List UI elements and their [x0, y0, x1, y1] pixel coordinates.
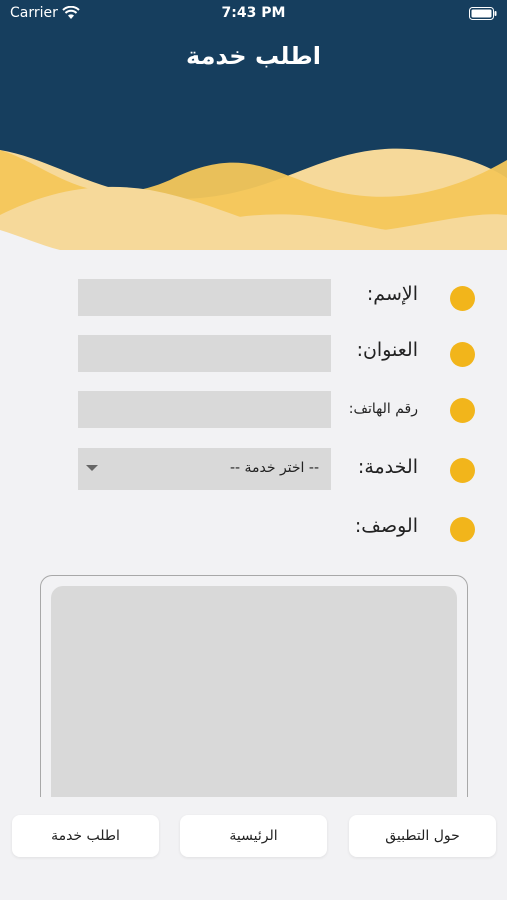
name-label: الإسم: [366, 283, 418, 305]
chevron-down-icon [86, 465, 98, 471]
header-banner [0, 0, 507, 250]
address-label: العنوان: [356, 339, 418, 361]
service-row: الخدمة: -- اختر خدمة -- [0, 448, 507, 492]
service-select[interactable]: -- اختر خدمة -- [78, 448, 331, 490]
description-label: الوصف: [354, 515, 418, 537]
page-title: اطلب خدمة [186, 42, 321, 70]
service-select-value: -- اختر خدمة -- [229, 460, 319, 476]
address-row: العنوان: [0, 335, 507, 375]
description-textarea[interactable] [51, 586, 457, 816]
name-input[interactable] [78, 279, 331, 316]
tab-about[interactable]: حول التطبيق [349, 815, 496, 857]
address-input[interactable] [78, 335, 331, 372]
tab-home[interactable]: الرئيسية [180, 815, 327, 857]
battery-icon [469, 7, 497, 20]
bullet-icon [450, 517, 475, 542]
bottom-tab-bar: حول التطبيق الرئيسية اطلب خدمة [0, 797, 507, 900]
bullet-icon [450, 458, 475, 483]
description-row: الوصف: [0, 508, 507, 548]
bullet-icon [450, 342, 475, 367]
phone-label: رقم الهاتف: [348, 401, 418, 417]
service-label: الخدمة: [357, 456, 418, 478]
phone-input[interactable] [78, 391, 331, 428]
bullet-icon [450, 286, 475, 311]
phone-row: رقم الهاتف: [0, 391, 507, 431]
description-frame [40, 575, 468, 816]
status-time: 7:43 PM [221, 5, 286, 21]
name-row: الإسم: [0, 279, 507, 319]
status-bar: Carrier 7:43 PM [0, 0, 507, 28]
header-waves [0, 0, 507, 250]
bullet-icon [450, 398, 475, 423]
tab-request-service[interactable]: اطلب خدمة [12, 815, 159, 857]
